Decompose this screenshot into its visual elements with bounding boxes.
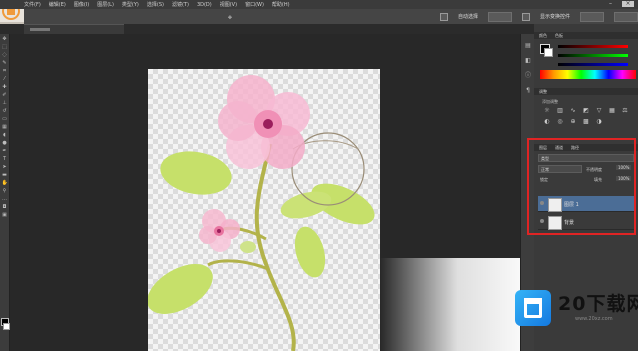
minimize-button[interactable]: – (609, 1, 616, 7)
photo-filter-icon[interactable]: ◎ (557, 119, 563, 125)
color-spectrum-bar[interactable] (540, 70, 636, 79)
site-watermark: 20下载网 www.20xz.com (511, 285, 638, 333)
document-canvas[interactable] (148, 69, 380, 351)
info-panel-icon[interactable]: ⓘ (525, 73, 532, 79)
auto-select-checkbox[interactable] (439, 12, 448, 21)
auto-select-dropdown[interactable] (487, 11, 512, 22)
menu-edit[interactable]: 编辑(E) (49, 1, 66, 8)
transform-label: 显示变换控件 (539, 14, 570, 20)
document-tab-title (30, 28, 50, 31)
screen-mode-icon[interactable]: ▣ (2, 213, 8, 218)
color-lookup-icon[interactable]: ▩ (583, 119, 589, 125)
auto-select-label: 自动选择 (457, 14, 478, 20)
menu-3d[interactable]: 3D(D) (197, 2, 212, 8)
channel-mixer-icon[interactable]: ⊕ (570, 119, 576, 125)
healing-tool-icon[interactable]: ✚ (2, 85, 8, 90)
highlight-box (527, 138, 636, 235)
stamp-tool-icon[interactable]: ⊥ (2, 101, 8, 106)
gradient-tool-icon[interactable]: ▦ (2, 125, 8, 130)
distribute-buttons[interactable] (614, 11, 638, 22)
tab-adjustments[interactable]: 调整 (539, 89, 547, 95)
curves-icon[interactable]: ∿ (570, 108, 576, 114)
brush-tool-icon[interactable]: ✐ (2, 93, 8, 98)
adjustments-subtitle: 添加调整 (542, 99, 558, 104)
options-bar: ✥ 自动选择 显示变换控件 (24, 9, 638, 24)
leaf-lower-right (294, 226, 326, 278)
close-button[interactable]: × (622, 1, 634, 7)
blur-tool-icon[interactable]: ◖ (2, 133, 8, 138)
menu-image[interactable]: 图像(I) (74, 1, 89, 8)
menu-window[interactable]: 窗口(W) (245, 1, 264, 8)
paragraph-panel-icon[interactable]: ¶ (525, 88, 532, 94)
hand-tool-icon[interactable]: ✋ (2, 181, 8, 186)
properties-panel-icon[interactable]: ◧ (525, 58, 532, 64)
type-tool-icon[interactable]: T (2, 157, 8, 162)
cube-logo-icon (515, 290, 551, 326)
shape-tool-icon[interactable]: ▬ (2, 173, 8, 178)
tab-swatches[interactable]: 色板 (555, 33, 563, 39)
menu-select[interactable]: 选择(S) (147, 1, 164, 8)
adjustments-panel-header: 调整 (534, 88, 638, 95)
history-panel-icon[interactable]: ▤ (525, 43, 532, 49)
invert-icon[interactable]: ◑ (596, 119, 602, 125)
menu-help[interactable]: 帮助(H) (272, 1, 290, 8)
lower-branch-stem (207, 259, 269, 271)
red-slider[interactable] (558, 45, 628, 48)
watermark-brand: 20下载网 (558, 293, 638, 315)
quick-select-tool-icon[interactable]: ✎ (2, 61, 8, 66)
adjustment-icons: ☼ ▥ ∿ ◩ ▽ ▦ ⚖ ◐ ◎ ⊕ ▩ ◑ (544, 108, 634, 125)
tab-color[interactable]: 颜色 (539, 33, 547, 39)
watermark-url: www.20xz.com (575, 316, 613, 322)
brightness-icon[interactable]: ☼ (544, 108, 550, 114)
black-white-icon[interactable]: ◐ (544, 119, 550, 125)
cube-top (524, 298, 542, 304)
path-select-tool-icon[interactable]: ➤ (2, 165, 8, 170)
color-panel-header: 颜色 色板 (534, 32, 638, 39)
blue-slider[interactable] (558, 63, 628, 66)
menu-bar: 文件(F) 编辑(E) 图像(I) 图层(L) 类型(Y) 选择(S) 滤镜(T… (0, 0, 638, 9)
align-buttons[interactable] (580, 11, 604, 22)
menu-file[interactable]: 文件(F) (24, 1, 41, 8)
move-tool-icon: ✥ (227, 14, 233, 21)
leaf-upper-left (160, 151, 232, 195)
leaf-bud (240, 241, 256, 253)
marquee-tool-icon[interactable]: ⬚ (2, 45, 8, 50)
panel-background-swatch[interactable] (544, 48, 553, 57)
pen-tool-icon[interactable]: ✒ (2, 149, 8, 154)
color-balance-icon[interactable]: ⚖ (622, 108, 628, 114)
small-flower (199, 209, 240, 252)
history-brush-tool-icon[interactable]: ↺ (2, 109, 8, 114)
quick-mask-icon[interactable]: ◘ (2, 205, 8, 210)
adjustments-panel: 调整 添加调整 ☼ ▥ ∿ ◩ ▽ ▦ ⚖ ◐ ◎ ⊕ ▩ ◑ (534, 88, 638, 138)
eraser-tool-icon[interactable]: ▭ (2, 117, 8, 122)
menu-filter[interactable]: 滤镜(T) (172, 1, 189, 8)
main-stem (254, 143, 296, 351)
dodge-tool-icon[interactable]: ● (2, 141, 8, 146)
green-slider[interactable] (558, 54, 628, 57)
move-tool-icon[interactable]: ✥ (2, 37, 8, 42)
menu-layer[interactable]: 图层(L) (97, 1, 114, 8)
crop-tool-icon[interactable]: ⌗ (2, 69, 8, 74)
background-color-swatch[interactable] (3, 323, 10, 330)
exposure-icon[interactable]: ◩ (583, 108, 589, 114)
large-flower (218, 75, 310, 169)
eyedropper-tool-icon[interactable]: ⁄ (2, 77, 8, 82)
edit-toolbar-icon[interactable]: … (2, 197, 8, 202)
toolbox: ✥ ⬚ ◌ ✎ ⌗ ⁄ ✚ ✐ ⊥ ↺ ▭ ▦ ◖ ● ✒ T ➤ ▬ ✋ ⚲ … (0, 34, 10, 351)
menu-type[interactable]: 类型(Y) (122, 1, 139, 8)
menu-view[interactable]: 视图(V) (220, 1, 237, 8)
lasso-tool-icon[interactable]: ◌ (2, 53, 8, 58)
transform-checkbox[interactable] (521, 12, 530, 21)
zoom-tool-icon[interactable]: ⚲ (2, 189, 8, 194)
flower-artwork (148, 75, 375, 351)
levels-icon[interactable]: ▥ (557, 108, 563, 114)
hue-saturation-icon[interactable]: ▦ (609, 108, 615, 114)
vibrance-icon[interactable]: ▽ (596, 108, 602, 114)
